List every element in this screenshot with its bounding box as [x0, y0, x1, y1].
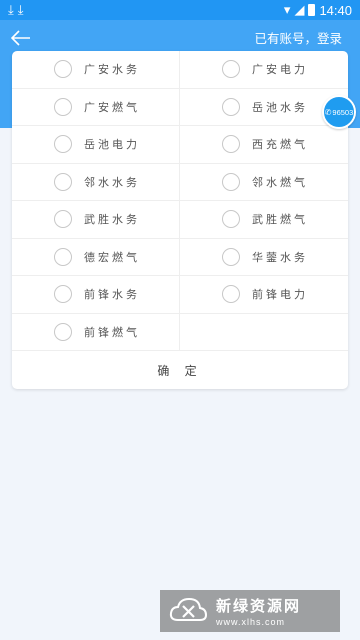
service-grid: 广安水务 广安电力广安燃气 岳池水务岳池电力 西充燃气邻水水务 邻水燃气武胜水务 武胜燃气… [12, 51, 348, 351]
radio-button[interactable] [222, 97, 240, 116]
service-option[interactable]: 西充燃气 [180, 126, 348, 164]
radio-button[interactable] [54, 285, 72, 304]
service-option-label: 武胜水务 [84, 214, 140, 227]
service-option[interactable]: 广安电力 [180, 51, 348, 89]
radio-button[interactable] [54, 322, 72, 341]
service-option[interactable]: 广安水务 [12, 51, 180, 89]
radio-button[interactable] [222, 285, 240, 304]
service-option-label: 邻水燃气 [252, 176, 308, 189]
service-selection-card: 广安水务 广安电力广安燃气 岳池水务岳池电力 西充燃气邻水水务 邻水燃气武胜水务 武胜燃气… [12, 51, 348, 389]
service-option-label: 邻水水务 [84, 176, 140, 189]
service-option[interactable]: 武胜水务 [12, 201, 180, 239]
login-link[interactable]: 已有账号，登录 [254, 28, 342, 47]
radio-button[interactable] [54, 172, 72, 191]
radio-button[interactable] [54, 97, 72, 116]
phone-fab[interactable]: ✆ 96503 [322, 95, 356, 129]
service-option-label: 前锋电力 [252, 289, 308, 302]
service-option-label: 岳池水务 [252, 101, 308, 114]
phone-number: 96503 [332, 107, 354, 117]
radio-button[interactable] [54, 135, 72, 154]
radio-button[interactable] [54, 60, 72, 79]
service-option[interactable]: 邻水水务 [12, 163, 180, 201]
status-bar: ⤓⤓ ▾ ◢ 14:40 [0, 0, 360, 20]
service-option-label: 西充燃气 [252, 139, 308, 152]
radio-button[interactable] [222, 172, 240, 191]
service-option[interactable]: 前锋水务 [12, 276, 180, 314]
phone-icon: ✆ [324, 107, 332, 117]
service-option-label: 前锋燃气 [84, 326, 140, 339]
watermark-url: www.xlhs.com [216, 617, 286, 627]
service-option-label: 前锋水务 [84, 289, 140, 302]
cloud-logo-icon [169, 597, 208, 621]
status-right: ▾ ◢ 14:40 [284, 2, 352, 18]
service-option[interactable]: 广安燃气 [12, 88, 180, 126]
service-option-label: 德宏燃气 [84, 251, 140, 264]
radio-button[interactable] [54, 210, 72, 229]
service-option-label: 岳池电力 [84, 139, 140, 152]
radio-button[interactable] [222, 247, 240, 266]
radio-button[interactable] [222, 135, 240, 154]
service-option[interactable]: 前锋燃气 [12, 313, 180, 351]
service-option[interactable]: 德宏燃气 [12, 238, 180, 276]
confirm-button[interactable]: 确 定 [12, 352, 348, 389]
battery-icon [308, 4, 316, 16]
service-option[interactable]: 前锋电力 [180, 276, 348, 314]
radio-button[interactable] [222, 60, 240, 79]
signal-icon: ◢ [294, 2, 305, 17]
radio-button[interactable] [222, 210, 240, 229]
service-option[interactable]: 武胜燃气 [180, 201, 348, 239]
service-option-label: 华蓥水务 [252, 251, 308, 264]
service-option-label: 广安电力 [252, 64, 308, 77]
service-option-label: 广安燃气 [84, 101, 140, 114]
service-option[interactable]: 邻水燃气 [180, 164, 348, 201]
back-button[interactable] [8, 26, 34, 50]
radio-button[interactable] [54, 247, 72, 266]
download-icons: ⤓⤓ [8, 2, 28, 17]
watermark-title: 新绿资源网 [216, 598, 302, 615]
status-time: 14:40 [319, 2, 352, 18]
service-option-label: 武胜燃气 [252, 214, 308, 227]
watermark: 新绿资源网 www.xlhs.com [160, 590, 340, 632]
empty-cell [180, 314, 348, 351]
wifi-icon: ▾ [283, 2, 291, 17]
service-option[interactable]: 华蓥水务 [180, 239, 348, 276]
arrow-left-icon [11, 30, 30, 46]
service-option-label: 广安水务 [84, 64, 140, 77]
service-option[interactable]: 岳池电力 [12, 126, 180, 164]
